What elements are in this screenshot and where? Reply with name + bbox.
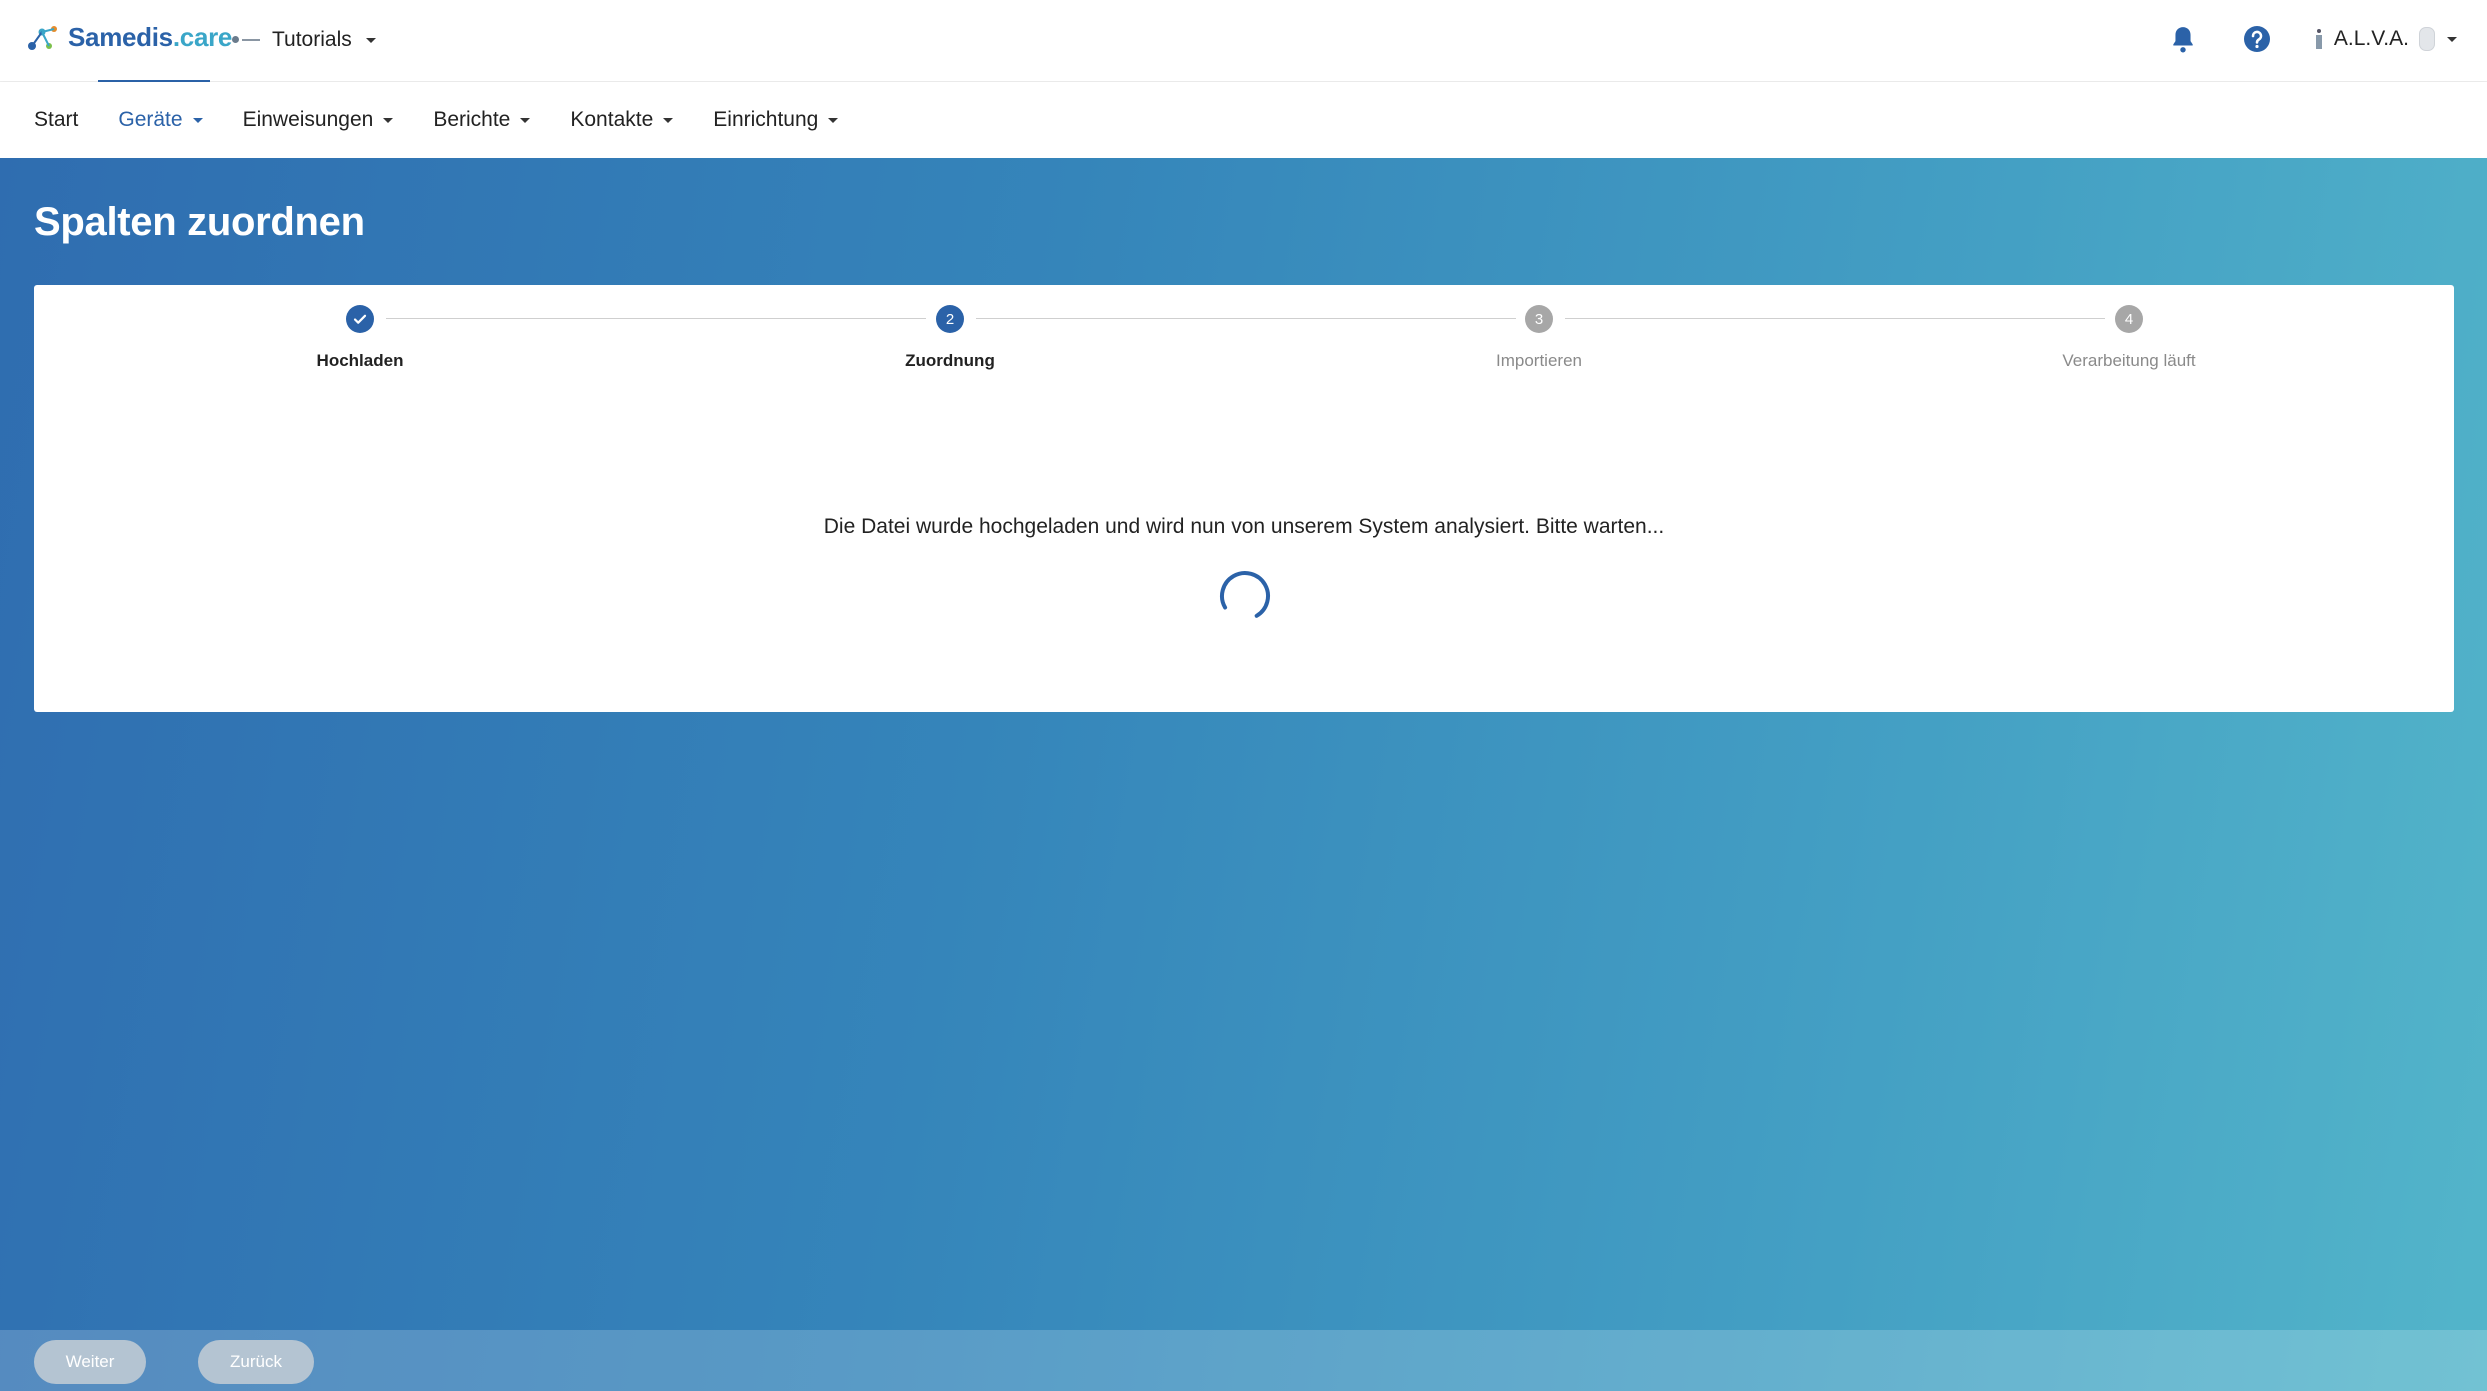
- check-icon: [353, 314, 367, 324]
- page-title: Spalten zuordnen: [34, 200, 365, 244]
- nav-item-label: Geräte: [118, 108, 183, 131]
- step-label: Zuordnung: [905, 351, 995, 370]
- main-content: Spalten zuordnen Hochladen 2 Zuordnung 3…: [0, 158, 2487, 1391]
- step-number: 2: [945, 310, 955, 328]
- bell-icon: [2173, 27, 2193, 53]
- step-number: 4: [2124, 310, 2134, 328]
- user-name: A.L.V.A.: [2333, 27, 2409, 50]
- step-circle: 3: [1525, 305, 1553, 333]
- step-import: 3 Importieren: [1389, 305, 1689, 371]
- nav-item-start[interactable]: Start: [34, 108, 78, 132]
- nav-item-berichte[interactable]: Berichte: [433, 108, 531, 132]
- back-button[interactable]: Zurück: [198, 1340, 314, 1384]
- nav-item-label: Kontakte: [570, 108, 654, 131]
- main-navigation: Start Geräte Einweisungen Berichte Konta…: [0, 82, 2487, 158]
- chevron-down-icon: [383, 117, 394, 123]
- nav-item-label: Einweisungen: [242, 108, 374, 131]
- nav-item-kontakte[interactable]: Kontakte: [570, 108, 674, 132]
- step-upload: Hochladen: [210, 305, 510, 371]
- import-card: Hochladen 2 Zuordnung 3 Importieren 4 Ve…: [34, 285, 2454, 712]
- chevron-down-icon: [663, 117, 674, 123]
- step-label: Importieren: [1496, 351, 1582, 370]
- nav-item-label: Start: [34, 108, 79, 131]
- chevron-down-icon: [365, 37, 376, 43]
- nav-item-einrichtung[interactable]: Einrichtung: [713, 108, 839, 132]
- chevron-down-icon: [192, 117, 203, 123]
- status-message: Die Datei wurde hochgeladen und wird nun…: [823, 515, 1665, 538]
- stepper: Hochladen 2 Zuordnung 3 Importieren 4 Ve…: [34, 285, 2454, 395]
- user-menu[interactable]: A.L.V.A.: [2314, 27, 2457, 51]
- step-circle: 2: [936, 305, 964, 333]
- chevron-down-icon: [828, 117, 839, 123]
- app-logo[interactable]: Samedis.care: [26, 22, 232, 53]
- nav-item-geraete[interactable]: Geräte: [118, 108, 203, 132]
- header-actions: A.L.V.A.: [2166, 22, 2457, 56]
- notifications-button[interactable]: [2166, 22, 2200, 56]
- step-label: Verarbeitung läuft: [2062, 351, 2196, 370]
- help-icon: [2243, 26, 2270, 52]
- logo-icon: [28, 25, 57, 50]
- nav-item-einweisungen[interactable]: Einweisungen: [243, 108, 394, 132]
- help-button[interactable]: [2240, 22, 2274, 56]
- loading-spinner-icon: [1220, 571, 1270, 621]
- step-number: 3: [1534, 310, 1544, 328]
- next-button[interactable]: Weiter: [34, 1340, 146, 1384]
- step-circle: [346, 305, 374, 333]
- step-label: Hochladen: [316, 351, 404, 370]
- footer-action-bar: Weiter Zurück: [0, 1330, 2487, 1391]
- tenant-label: Tutorials: [272, 28, 352, 51]
- tenant-selector[interactable]: Tutorials: [232, 28, 376, 52]
- brand-tld: .care: [172, 22, 233, 52]
- user-badge-icon: [2314, 29, 2324, 49]
- step-circle: 4: [2115, 305, 2143, 333]
- top-header: Samedis.care Tutorials A.L.V.A.: [0, 0, 2487, 83]
- step-processing: 4 Verarbeitung läuft: [1979, 305, 2279, 371]
- chevron-down-icon: [2447, 36, 2457, 42]
- step-mapping: 2 Zuordnung: [800, 305, 1100, 371]
- chevron-down-icon: [520, 117, 531, 123]
- nav-item-label: Einrichtung: [713, 108, 819, 131]
- avatar: [2419, 27, 2435, 51]
- nav-item-label: Berichte: [433, 108, 511, 131]
- brand-name: Samedis: [68, 22, 173, 52]
- tenant-logo-icon: [232, 36, 260, 44]
